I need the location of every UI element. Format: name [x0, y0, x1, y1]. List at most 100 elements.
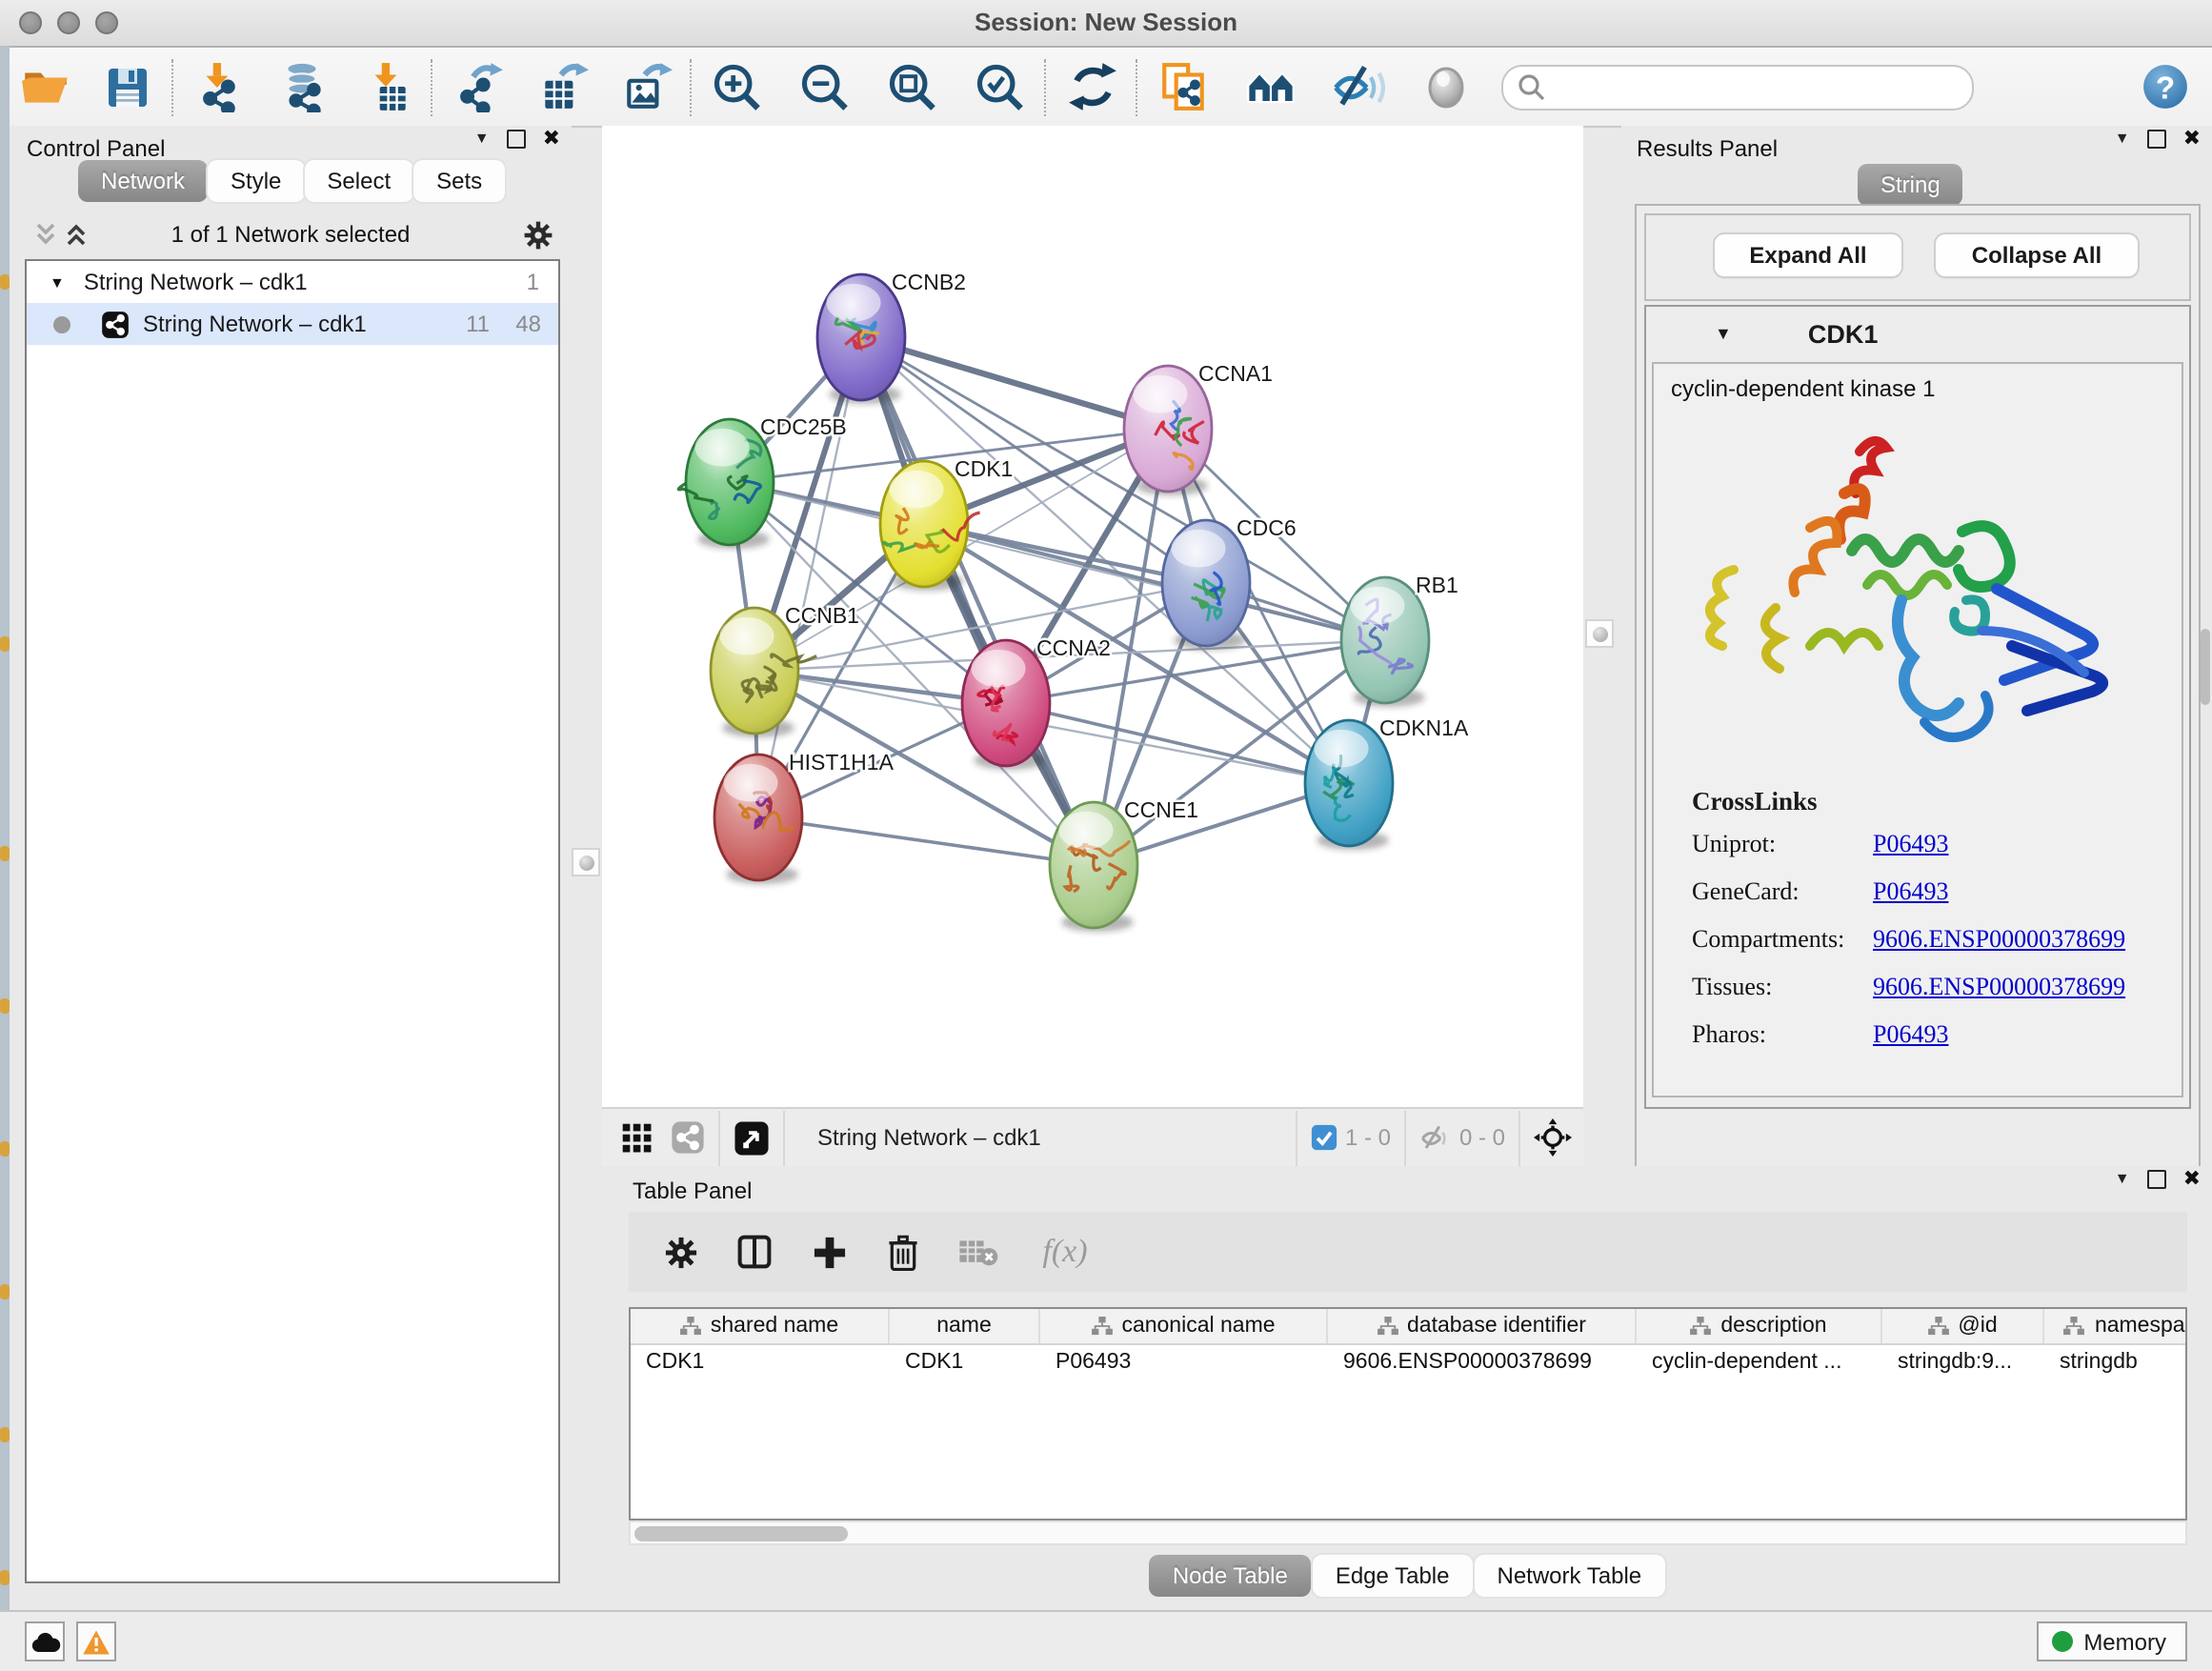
- panel-close-icon[interactable]: ✖: [2183, 126, 2201, 151]
- column-header--id[interactable]: @id: [1882, 1309, 2044, 1343]
- collapse-all-button[interactable]: Collapse All: [1936, 234, 2138, 276]
- selected-checkbox-icon[interactable]: [1311, 1124, 1337, 1151]
- tab-edge-table[interactable]: Edge Table: [1313, 1555, 1473, 1597]
- column-header-description[interactable]: description: [1637, 1309, 1882, 1343]
- tissues-link[interactable]: 9606.ENSP00000378699: [1873, 972, 2125, 1002]
- delete-column-button[interactable]: [878, 1227, 928, 1277]
- grid-view-icon[interactable]: [621, 1121, 654, 1154]
- create-column-button[interactable]: [804, 1227, 854, 1277]
- column-header-shared-name[interactable]: shared name: [631, 1309, 890, 1343]
- crosslink-label: GeneCard:: [1692, 876, 1873, 907]
- export-network-button[interactable]: [450, 58, 507, 115]
- open-session-button[interactable]: [15, 58, 72, 115]
- table-row[interactable]: CDK1CDK1P064939606.ENSP00000378699cyclin…: [631, 1345, 2185, 1379]
- zoom-fit-button[interactable]: [884, 58, 941, 115]
- save-session-button[interactable]: [99, 58, 156, 115]
- export-image-button[interactable]: [617, 58, 674, 115]
- node-label: CCNB2: [892, 270, 966, 294]
- left-splitter-grip[interactable]: [572, 848, 600, 876]
- right-splitter-grip[interactable]: [1585, 619, 1614, 648]
- show-hide-panels-button[interactable]: [1242, 58, 1299, 115]
- table-cell: 9606.ENSP00000378699: [1328, 1345, 1637, 1379]
- zoom-in-icon: [711, 60, 764, 113]
- table-horizontal-scrollbar[interactable]: [629, 1520, 2187, 1545]
- uniprot-link[interactable]: P06493: [1873, 829, 1948, 859]
- hide-selected-button[interactable]: [1330, 58, 1387, 115]
- panel-minimize-icon[interactable]: ▼: [2115, 1170, 2130, 1187]
- network-edge[interactable]: [924, 524, 1385, 640]
- tab-style[interactable]: Style: [208, 160, 304, 202]
- panel-minimize-icon[interactable]: ▼: [474, 130, 490, 147]
- tab-sets[interactable]: Sets: [413, 160, 505, 202]
- show-eye-button[interactable]: [1418, 58, 1475, 115]
- network-edge[interactable]: [861, 337, 1168, 429]
- column-header-canonical-name[interactable]: canonical name: [1040, 1309, 1328, 1343]
- panel-close-icon[interactable]: ✖: [2183, 1166, 2201, 1191]
- compartments-link[interactable]: 9606.ENSP00000378699: [1873, 924, 2125, 955]
- background-window-edge: [0, 46, 10, 1671]
- memory-button[interactable]: Memory: [2036, 1621, 2187, 1661]
- zoom-out-button[interactable]: [796, 58, 854, 115]
- column-header-name[interactable]: name: [890, 1309, 1040, 1343]
- cloud-status-button[interactable]: [25, 1621, 65, 1661]
- function-builder-button[interactable]: f(x): [1027, 1227, 1103, 1277]
- crosslinks-title: CrossLinks: [1692, 787, 2125, 817]
- column-header-namespac[interactable]: namespac: [2044, 1309, 2187, 1343]
- results-scrollbar-thumb[interactable]: [2201, 629, 2210, 705]
- export-table-button[interactable]: [533, 58, 591, 115]
- table-panel: Table Panel ▼ ✖: [602, 1166, 2212, 1610]
- search-field[interactable]: [1501, 64, 1974, 110]
- network-edge[interactable]: [758, 337, 861, 817]
- pharos-link[interactable]: P06493: [1873, 1019, 1948, 1050]
- node-label: CDC6: [1237, 515, 1297, 540]
- search-input[interactable]: [1549, 73, 1938, 100]
- import-network-database-button[interactable]: [274, 58, 332, 115]
- delete-table-button[interactable]: [953, 1227, 1002, 1277]
- network-collection-row[interactable]: ▼ String Network – cdk1 1: [27, 261, 558, 303]
- node-label: CCNA2: [1036, 635, 1111, 660]
- help-button[interactable]: ?: [2136, 58, 2193, 115]
- column-header-database-identifier[interactable]: database identifier: [1328, 1309, 1637, 1343]
- table-panel-title: Table Panel: [633, 1178, 752, 1204]
- network-icon-gray[interactable]: [671, 1120, 705, 1155]
- tab-network[interactable]: Network: [78, 160, 208, 202]
- tree-expander-icon[interactable]: ▼: [50, 273, 65, 291]
- node-gloss: [1058, 812, 1113, 850]
- table-settings-button[interactable]: [655, 1227, 705, 1277]
- section-expander-icon[interactable]: ▼: [1715, 324, 1732, 343]
- clone-network-button[interactable]: [1155, 58, 1212, 115]
- tab-select[interactable]: Select: [304, 160, 413, 202]
- zoom-in-button[interactable]: [709, 58, 766, 115]
- panel-float-icon[interactable]: [2147, 1169, 2166, 1188]
- birdseye-view-icon[interactable]: [734, 1119, 770, 1156]
- panel-close-icon[interactable]: ✖: [543, 126, 560, 151]
- tab-node-table[interactable]: Node Table: [1150, 1555, 1311, 1597]
- crosslink-label: Tissues:: [1692, 972, 1873, 1002]
- import-network-file-button[interactable]: [191, 58, 248, 115]
- network-row[interactable]: String Network – cdk1 11 48: [27, 303, 558, 345]
- refresh-view-button[interactable]: [1063, 58, 1120, 115]
- import-table-file-button[interactable]: [358, 58, 415, 115]
- node-label: RB1: [1416, 573, 1458, 597]
- pan-crosshair-icon[interactable]: [1534, 1118, 1572, 1157]
- network-graph[interactable]: CCNB2CCNA1CDC25BCDK1CDC6RB1CCNB1CCNA2CDK…: [602, 126, 1583, 1109]
- expand-all-button[interactable]: Expand All: [1715, 234, 1901, 276]
- network-edge[interactable]: [1006, 703, 1349, 783]
- hidden-eye-icon[interactable]: [1419, 1123, 1452, 1152]
- zoom-selected-icon: [974, 60, 1027, 113]
- cdk1-section: ▼ CDK1 cyclin-dependent kinase 1: [1644, 305, 2191, 1109]
- tab-network-table[interactable]: Network Table: [1475, 1555, 1665, 1597]
- panel-minimize-icon[interactable]: ▼: [2115, 130, 2130, 147]
- zoom-selected-button[interactable]: [972, 58, 1029, 115]
- gear-icon[interactable]: [522, 218, 554, 251]
- tab-string[interactable]: String: [1858, 164, 1963, 206]
- warnings-button[interactable]: [76, 1621, 116, 1661]
- panel-float-icon[interactable]: [507, 129, 526, 148]
- panel-float-icon[interactable]: [2147, 129, 2166, 148]
- network-edge[interactable]: [758, 817, 1094, 865]
- scrollbar-thumb[interactable]: [634, 1525, 848, 1540]
- show-column-button[interactable]: [730, 1227, 779, 1277]
- network-edge[interactable]: [861, 337, 1094, 865]
- cdk1-section-header[interactable]: ▼ CDK1: [1646, 307, 2189, 360]
- genecard-link[interactable]: P06493: [1873, 876, 1948, 907]
